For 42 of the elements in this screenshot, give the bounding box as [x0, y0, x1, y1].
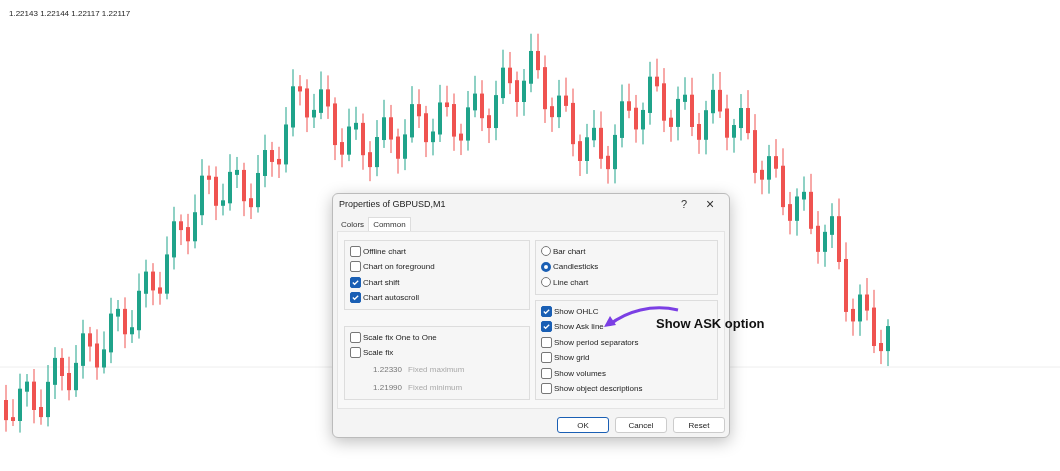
option-label: Show Ask line — [554, 322, 604, 332]
option-label: Chart on foreground — [363, 262, 435, 272]
radio-button[interactable] — [541, 261, 551, 272]
option-label: Chart shift — [363, 277, 400, 287]
radio-button[interactable] — [541, 246, 551, 257]
option-label: Show volumes — [554, 368, 606, 378]
checkbox[interactable] — [350, 331, 361, 343]
field-label: Fixed maximum — [408, 365, 465, 374]
dialog-title: Properties of GBPUSD,M1 — [339, 199, 447, 209]
checkbox[interactable] — [541, 336, 552, 348]
radio-button[interactable] — [541, 277, 551, 288]
checkbox[interactable] — [350, 261, 361, 273]
dialog-button[interactable]: OK — [557, 417, 609, 433]
checkbox[interactable] — [350, 347, 361, 359]
option-label: Show object descriptions — [554, 384, 643, 394]
option-label: Scale fix — [363, 348, 394, 358]
option-label: Candlesticks — [553, 262, 599, 272]
option-label: Offline chart — [363, 246, 406, 256]
option-label: Line chart — [553, 277, 589, 287]
dialog-button[interactable]: Cancel — [615, 417, 667, 433]
checkbox[interactable] — [541, 321, 552, 333]
dialog-button[interactable]: Reset — [673, 417, 725, 433]
tab[interactable]: Colors — [337, 217, 369, 231]
checkbox[interactable] — [541, 383, 552, 395]
checkbox[interactable] — [541, 352, 552, 364]
option-label: Scale fix One to One — [363, 332, 437, 342]
checkbox[interactable] — [350, 292, 361, 304]
annotation-text: Show ASK option — [656, 316, 765, 331]
checkbox[interactable] — [541, 367, 552, 379]
tab[interactable]: Common — [368, 217, 411, 231]
checkbox[interactable] — [350, 245, 361, 257]
checkbox[interactable] — [541, 305, 552, 317]
option-label: Bar chart — [553, 246, 586, 256]
option-label: Show period separators — [554, 337, 639, 347]
price-quote: 1.22143 1.22144 1.22117 1.22117 — [9, 9, 131, 18]
close-button[interactable]: × — [697, 196, 723, 212]
option-label: Show OHLC — [554, 306, 599, 316]
field-label: Fixed minimum — [408, 383, 463, 392]
option-label: Chart autoscroll — [363, 293, 420, 303]
option-label: Show grid — [554, 353, 590, 363]
checkbox[interactable] — [350, 276, 361, 288]
help-button[interactable]: ? — [671, 198, 697, 210]
